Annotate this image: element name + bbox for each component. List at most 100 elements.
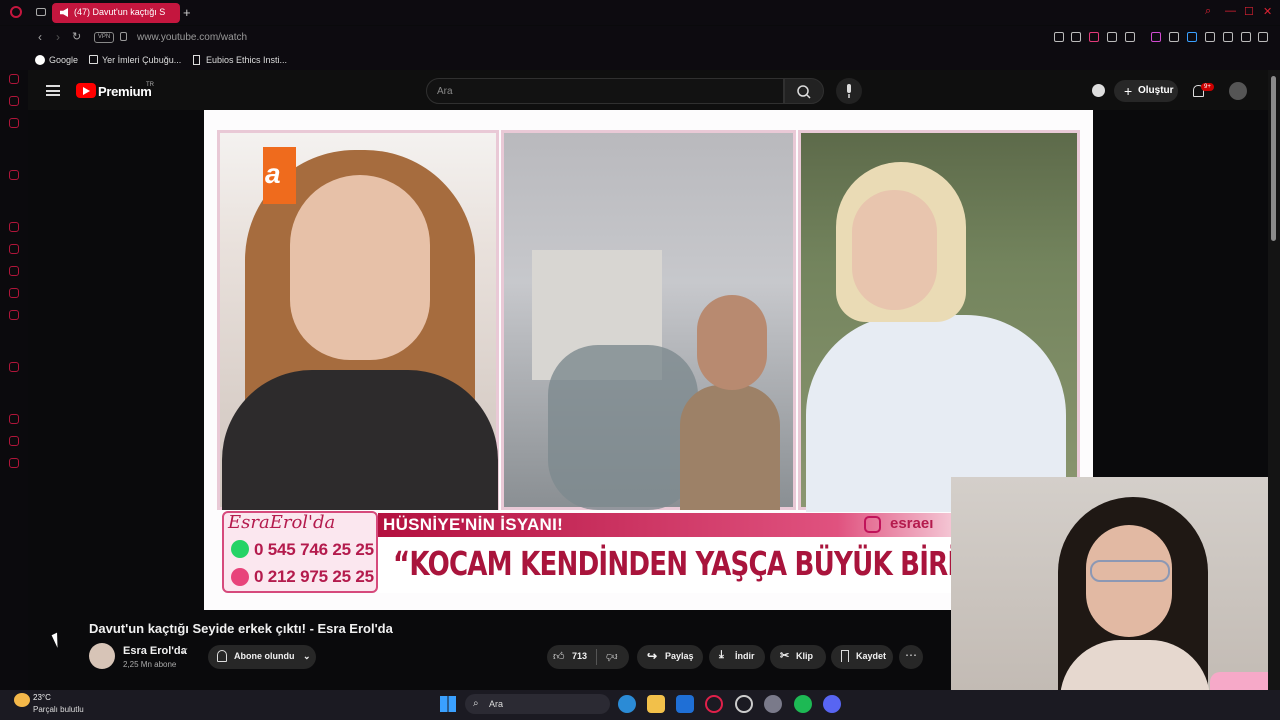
sidebar-icon-4[interactable] <box>9 118 19 128</box>
sidebar-icon-2[interactable] <box>9 74 19 84</box>
weather-icon[interactable] <box>14 693 30 707</box>
clip-label: Klip <box>796 651 813 661</box>
scissors-icon: ✂ <box>780 650 790 662</box>
heart-icon[interactable] <box>1125 32 1135 42</box>
scrollbar-thumb[interactable] <box>1271 76 1276 241</box>
discord-icon[interactable] <box>823 695 841 713</box>
notification-badge: 9+ <box>1201 83 1214 91</box>
file-explorer-icon[interactable] <box>647 695 665 713</box>
whatsapp-icon <box>231 540 249 558</box>
create-button[interactable]: + Oluştur <box>1114 80 1178 102</box>
url-field[interactable]: www.youtube.com/watch <box>137 32 247 43</box>
screenshot-icon[interactable] <box>1071 32 1081 42</box>
chrome-icon[interactable] <box>735 695 753 713</box>
edge-icon[interactable] <box>618 695 636 713</box>
outlook-icon[interactable] <box>676 695 694 713</box>
minimize-icon[interactable]: — <box>1225 5 1237 17</box>
taskbar-search[interactable]: ⌕ Ara <box>465 694 610 714</box>
youtube-brand[interactable]: Premium <box>98 84 152 99</box>
youtube-logo-icon[interactable] <box>76 83 96 98</box>
play-icon[interactable] <box>1107 32 1117 42</box>
subscribe-button[interactable]: Abone olundu ⌄ <box>208 645 316 669</box>
close-icon[interactable]: ✕ <box>1263 5 1275 18</box>
extension-icon[interactable] <box>1089 32 1099 42</box>
premium-status-icon[interactable] <box>1092 84 1105 97</box>
download-icon: ⤓ <box>719 649 724 661</box>
sidebar-icon-7[interactable] <box>9 244 19 254</box>
tab-title: (47) Davut'un kaçtığı S <box>74 7 166 17</box>
search-input[interactable]: Ara <box>426 78 784 104</box>
share-button[interactable]: ↪ Paylaş <box>637 645 703 669</box>
mouse-cursor <box>51 630 69 648</box>
browser-titlebar <box>0 0 1280 25</box>
windows-taskbar <box>0 690 1280 720</box>
brand-region: TR <box>146 82 154 88</box>
bookmark-folder[interactable]: Yer İmleri Çubuğu... <box>102 55 181 65</box>
dislike-icon[interactable]: 👍︎ <box>606 650 618 663</box>
temperature[interactable]: 23°C <box>33 693 51 702</box>
speaker-icon <box>60 8 68 17</box>
create-label: Oluştur <box>1138 85 1174 96</box>
hamburger-menu-icon[interactable] <box>46 85 60 96</box>
clip-button[interactable]: ✂ Klip <box>770 645 826 669</box>
maximize-icon[interactable]: ☐ <box>1244 5 1256 18</box>
sidebar-icon-9[interactable] <box>9 288 19 298</box>
pin-icon[interactable] <box>1054 32 1064 42</box>
tab-menu-icon[interactable] <box>36 8 46 16</box>
bookmark-eubios[interactable]: Eubios Ethics Insti... <box>206 55 287 65</box>
sidebar-icon-6[interactable] <box>9 222 19 232</box>
subscriber-count: 2,25 Mn abone <box>123 660 177 669</box>
instagram-icon <box>864 516 881 533</box>
mic-icon <box>847 84 851 98</box>
headline-title: HÜSNİYE'NİN İSYANI! <box>383 515 564 534</box>
sidebar-icon-13[interactable] <box>9 436 19 446</box>
sidebar-icon-12[interactable] <box>9 414 19 424</box>
atv-logo-text: a <box>265 158 281 189</box>
sidebar-icon-11[interactable] <box>9 362 19 372</box>
channel-name[interactable]: Esra Erol'da <box>123 645 187 657</box>
more-actions-button[interactable]: ⋯ <box>899 645 923 669</box>
start-icon[interactable] <box>440 696 456 712</box>
like-icon[interactable]: 👍︎ <box>553 650 565 663</box>
account-avatar[interactable] <box>1229 82 1247 100</box>
sidebar-icon-10[interactable] <box>9 310 19 320</box>
extension-icon-3[interactable] <box>1169 32 1179 42</box>
host-face <box>852 190 937 310</box>
menu-icon[interactable] <box>1258 32 1268 42</box>
bookmark-icon <box>841 650 849 662</box>
sidebar-icon-8[interactable] <box>9 266 19 276</box>
guest-face <box>290 175 430 360</box>
back-icon[interactable]: ‹ <box>38 30 42 44</box>
chevron-down-icon: ⌄ <box>303 651 311 661</box>
channel-avatar[interactable] <box>89 643 115 669</box>
lock-icon[interactable] <box>120 32 127 41</box>
spotify-icon[interactable] <box>794 695 812 713</box>
extension-icon-4[interactable] <box>1187 32 1197 42</box>
vpn-badge[interactable]: VPN <box>94 32 114 43</box>
download-label: İndir <box>735 651 755 661</box>
sidebar-icon-3[interactable] <box>9 96 19 106</box>
bookmark-google[interactable]: Google <box>49 55 78 65</box>
puzzle-icon[interactable] <box>1205 32 1215 42</box>
like-count[interactable]: 713 <box>572 651 587 661</box>
active-tab[interactable]: (47) Davut'un kaçtığı S <box>52 3 180 23</box>
settings-icon[interactable] <box>764 695 782 713</box>
opera-icon[interactable] <box>705 695 723 713</box>
forward-icon[interactable]: › <box>56 30 60 44</box>
reload-icon[interactable]: ↻ <box>72 30 81 43</box>
sidebar-icon-5[interactable] <box>9 170 19 180</box>
new-tab-button[interactable]: + <box>183 5 191 20</box>
download-icon[interactable] <box>1241 32 1251 42</box>
page-icon <box>193 55 200 65</box>
weather-description[interactable]: Parçalı bulutlu <box>33 705 84 714</box>
voice-search-button[interactable] <box>836 78 862 104</box>
search-button[interactable] <box>784 78 824 104</box>
extension-icon-2[interactable] <box>1151 32 1161 42</box>
download-button[interactable]: ⤓ İndir <box>709 645 765 669</box>
save-button[interactable]: Kaydet <box>831 645 893 669</box>
instagram-handle: esraeı <box>890 515 934 532</box>
profile-icon[interactable] <box>1223 32 1233 42</box>
opera-logo-icon[interactable] <box>10 6 22 18</box>
sidebar-icon-14[interactable] <box>9 458 19 468</box>
search-tabs-icon[interactable]: ⌕ <box>1205 5 1217 17</box>
